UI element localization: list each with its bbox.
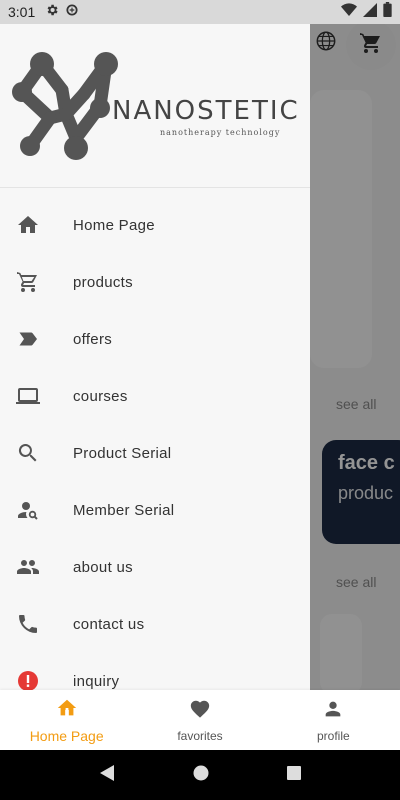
drawer-item-label: Product Serial bbox=[73, 444, 172, 462]
person-search-icon bbox=[16, 498, 40, 522]
drawer-item-courses[interactable]: courses bbox=[0, 373, 310, 419]
home-icon bbox=[56, 697, 78, 724]
drawer-item-label: courses bbox=[73, 387, 128, 405]
navigation-drawer: NANOSTETIC nanotherapy technology Home P… bbox=[0, 24, 310, 690]
brand-tagline: nanotherapy technology bbox=[160, 128, 281, 137]
data-saver-icon bbox=[65, 3, 79, 22]
status-time: 3:01 bbox=[8, 4, 36, 20]
drawer-item-label: offers bbox=[73, 330, 113, 348]
bottom-navigation: Home Page favorites profile bbox=[0, 690, 400, 750]
nav-tab-label: profile bbox=[316, 728, 350, 743]
drawer-item-label: Member Serial bbox=[73, 501, 175, 519]
people-icon bbox=[16, 555, 40, 579]
drawer-item-offers[interactable]: offers bbox=[0, 316, 310, 362]
laptop-icon bbox=[16, 384, 40, 408]
drawer-item-label: Home Page bbox=[73, 216, 155, 234]
nav-tab-profile[interactable]: profile bbox=[267, 690, 400, 750]
alert-icon bbox=[16, 669, 40, 690]
battery-icon bbox=[383, 2, 392, 22]
brand-name: NANOSTETIC bbox=[112, 96, 300, 126]
drawer-item-inquiry[interactable]: inquiry bbox=[0, 658, 310, 690]
drawer-item-contact-us[interactable]: contact us bbox=[0, 601, 310, 647]
nav-tab-home-page[interactable]: Home Page bbox=[0, 690, 133, 750]
label-icon bbox=[16, 327, 40, 351]
drawer-item-label: contact us bbox=[73, 615, 145, 633]
person-icon bbox=[322, 698, 344, 725]
drawer-item-home-page[interactable]: Home Page bbox=[0, 202, 310, 248]
nav-tab-favorites[interactable]: favorites bbox=[133, 690, 266, 750]
drawer-item-label: products bbox=[73, 273, 133, 291]
home-icon bbox=[16, 213, 40, 237]
search-icon bbox=[16, 441, 40, 465]
phone-icon bbox=[16, 612, 40, 636]
back-icon[interactable] bbox=[98, 764, 116, 787]
drawer-item-about-us[interactable]: about us bbox=[0, 544, 310, 590]
heart-icon bbox=[189, 698, 211, 725]
wifi-icon bbox=[341, 2, 357, 22]
status-bar: 3:01 bbox=[0, 0, 400, 24]
drawer-item-member-serial[interactable]: Member Serial bbox=[0, 487, 310, 533]
drawer-item-product-serial[interactable]: Product Serial bbox=[0, 430, 310, 476]
system-navigation-bar bbox=[0, 750, 400, 800]
home-circle-icon[interactable] bbox=[192, 764, 210, 787]
nav-tab-label: Home Page bbox=[29, 727, 104, 744]
recents-icon[interactable] bbox=[286, 765, 302, 786]
settings-icon bbox=[45, 3, 59, 22]
signal-icon bbox=[363, 2, 377, 22]
drawer-item-label: inquiry bbox=[73, 672, 120, 690]
drawer-header: NANOSTETIC nanotherapy technology bbox=[0, 24, 310, 188]
brand-logo-icon bbox=[10, 50, 126, 167]
cart-icon bbox=[16, 270, 40, 294]
drawer-item-products[interactable]: products bbox=[0, 259, 310, 305]
drawer-item-label: about us bbox=[73, 558, 133, 576]
nav-tab-label: favorites bbox=[177, 728, 223, 743]
